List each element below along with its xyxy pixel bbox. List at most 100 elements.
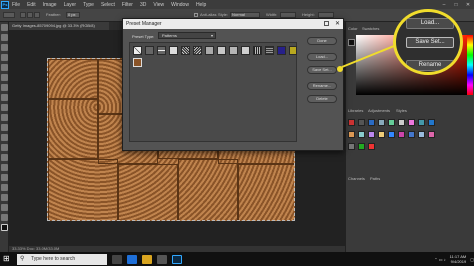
delete-button[interactable]: Delete <box>307 95 337 103</box>
close-icon[interactable]: ✕ <box>462 2 474 8</box>
menu-filter[interactable]: Filter <box>122 2 133 8</box>
pattern-preset[interactable] <box>157 46 166 55</box>
pattern-preset[interactable] <box>241 46 250 55</box>
move-tool-icon[interactable] <box>1 24 8 31</box>
stamp-tool-icon[interactable] <box>1 104 8 111</box>
pattern-preset[interactable] <box>277 46 286 55</box>
marquee-tool-preset-picker[interactable] <box>3 12 15 18</box>
pattern-preset[interactable] <box>181 46 190 55</box>
style-swatch[interactable] <box>408 119 415 126</box>
photoshop-taskbar-icon[interactable] <box>172 254 182 264</box>
file-explorer-icon[interactable] <box>142 254 152 264</box>
style-swatch[interactable] <box>408 131 415 138</box>
menu-edit[interactable]: Edit <box>27 2 36 8</box>
style-swatch[interactable] <box>368 119 375 126</box>
feather-input[interactable]: 0 px <box>66 12 80 18</box>
crop-tool-icon[interactable] <box>1 64 8 71</box>
menu-window[interactable]: Window <box>171 2 189 8</box>
add-selection-icon[interactable] <box>27 12 33 18</box>
tab-channels[interactable]: Channels <box>348 176 365 182</box>
quick-select-tool-icon[interactable] <box>1 54 8 61</box>
hand-tool-icon[interactable] <box>1 204 8 211</box>
style-swatch[interactable] <box>348 119 355 126</box>
foreground-background-swatch[interactable] <box>348 39 355 46</box>
zoom-tool-icon[interactable] <box>1 214 8 221</box>
windows-start-icon[interactable]: ⊞ <box>3 254 15 264</box>
healing-tool-icon[interactable] <box>1 84 8 91</box>
history-brush-tool-icon[interactable] <box>1 114 8 121</box>
pattern-preset[interactable] <box>217 46 226 55</box>
eyedropper-tool-icon[interactable] <box>1 74 8 81</box>
taskbar-search-input[interactable]: ⚲ Type here to search <box>17 253 107 265</box>
style-swatch[interactable] <box>378 119 385 126</box>
shape-tool-icon[interactable] <box>1 194 8 201</box>
clock[interactable]: 11:17 AM 9/4/2019 <box>450 254 467 264</box>
style-swatch[interactable] <box>428 131 435 138</box>
style-swatch[interactable] <box>418 119 425 126</box>
style-swatch[interactable] <box>388 131 395 138</box>
tab-libraries[interactable]: Libraries <box>348 108 363 114</box>
close-icon[interactable]: ✕ <box>335 19 340 29</box>
tab-adjustments[interactable]: Adjustments <box>368 108 390 114</box>
style-swatch[interactable] <box>348 143 355 150</box>
menu-3d[interactable]: 3D <box>140 2 146 8</box>
tab-color[interactable]: Color <box>348 26 358 32</box>
new-selection-icon[interactable] <box>20 12 26 18</box>
path-select-tool-icon[interactable] <box>1 184 8 191</box>
style-swatch[interactable] <box>368 143 375 150</box>
minimize-icon[interactable]: – <box>438 2 450 8</box>
hue-slider[interactable] <box>467 35 473 95</box>
pattern-preset[interactable] <box>205 46 214 55</box>
brush-tool-icon[interactable] <box>1 94 8 101</box>
style-swatch[interactable] <box>398 131 405 138</box>
pen-tool-icon[interactable] <box>1 164 8 171</box>
load-button[interactable]: Load... <box>307 53 337 61</box>
blur-tool-icon[interactable] <box>1 144 8 151</box>
antialias-checkbox[interactable] <box>194 13 198 17</box>
style-swatch[interactable] <box>418 131 425 138</box>
style-swatch[interactable] <box>358 131 365 138</box>
notifications-icon[interactable]: ▢ <box>470 257 474 262</box>
type-tool-icon[interactable] <box>1 174 8 181</box>
menu-view[interactable]: View <box>153 2 164 8</box>
tray-icons[interactable]: ⌃ ▭ ♪ <box>434 257 445 262</box>
lasso-tool-icon[interactable] <box>1 44 8 51</box>
style-swatch[interactable] <box>358 119 365 126</box>
pattern-preset[interactable] <box>169 46 178 55</box>
pattern-preset[interactable] <box>193 46 202 55</box>
menu-file[interactable]: File <box>12 2 20 8</box>
store-icon[interactable] <box>157 254 167 264</box>
maximize-icon[interactable] <box>324 21 329 26</box>
task-view-icon[interactable] <box>112 254 122 264</box>
pattern-preset[interactable] <box>265 46 274 55</box>
document-tab[interactable]: Getty Images-85709094.jpg @ 33.3% (RGB/8… <box>9 22 109 30</box>
done-button[interactable]: Done <box>307 37 337 45</box>
style-swatch[interactable] <box>358 143 365 150</box>
eraser-tool-icon[interactable] <box>1 124 8 131</box>
menu-layer[interactable]: Layer <box>64 2 77 8</box>
tab-swatches[interactable]: Swatches <box>362 26 379 32</box>
pattern-preset[interactable] <box>253 46 262 55</box>
pattern-preset[interactable] <box>133 46 142 55</box>
style-swatch[interactable] <box>398 119 405 126</box>
style-swatch[interactable] <box>378 131 385 138</box>
save-set-button[interactable]: Save Set... <box>307 66 337 74</box>
style-swatch[interactable] <box>428 119 435 126</box>
wood-pattern-preset[interactable] <box>133 58 142 67</box>
tab-styles[interactable]: Styles <box>396 108 407 114</box>
edge-browser-icon[interactable] <box>127 254 137 264</box>
style-swatch[interactable] <box>348 131 355 138</box>
menu-help[interactable]: Help <box>196 2 206 8</box>
pattern-preset[interactable] <box>145 46 154 55</box>
subtract-selection-icon[interactable] <box>34 12 40 18</box>
menu-image[interactable]: Image <box>43 2 57 8</box>
pattern-preset[interactable] <box>229 46 238 55</box>
pattern-preset[interactable] <box>289 46 297 55</box>
preset-type-select[interactable]: Patterns ▾ <box>158 32 216 39</box>
maximize-icon[interactable]: □ <box>450 2 462 8</box>
marquee-tool-icon[interactable] <box>1 34 8 41</box>
menu-type[interactable]: Type <box>83 2 94 8</box>
dodge-tool-icon[interactable] <box>1 154 8 161</box>
menu-select[interactable]: Select <box>101 2 115 8</box>
rename-button[interactable]: Rename... <box>307 82 337 90</box>
